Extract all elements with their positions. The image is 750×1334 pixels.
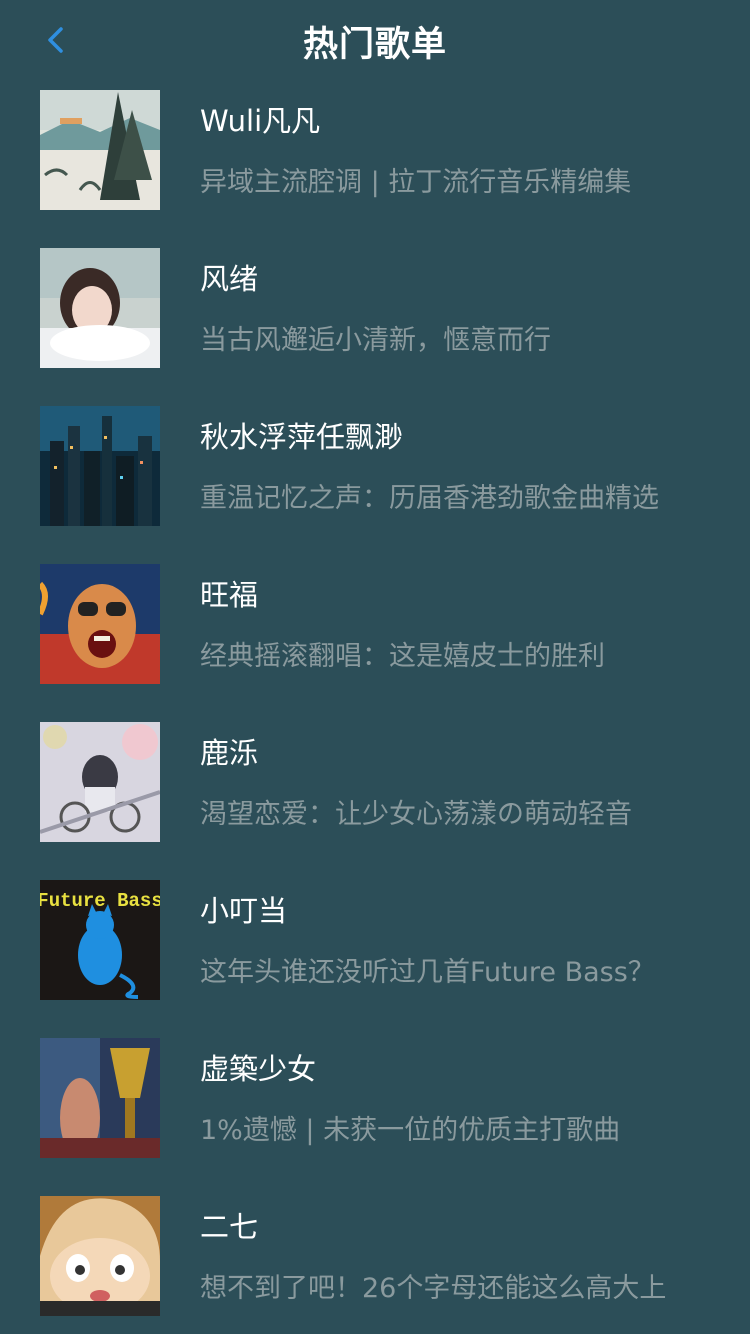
playlist-item[interactable]: 旺福 经典摇滚翻唱：这是嬉皮士的胜利 <box>0 564 750 722</box>
playlist-cover <box>40 564 160 684</box>
playlist-desc: 1%遗憾 | 未获一位的优质主打歌曲 <box>200 1115 621 1146</box>
page: 热门歌单 Wuli凡凡 异域主流腔调 | 拉丁流行音乐精编集 风绪 当古风邂逅小… <box>0 0 750 1334</box>
playlist-desc: 异域主流腔调 | 拉丁流行音乐精编集 <box>200 167 632 198</box>
page-title: 热门歌单 <box>302 25 447 65</box>
playlist-name: 小叮当 <box>200 894 288 928</box>
playlist-desc: 经典摇滚翻唱：这是嬉皮士的胜利 <box>200 641 605 672</box>
playlist-desc: 渴望恋爱：让少女心荡漾の萌动轻音 <box>200 799 632 830</box>
playlist-name: Wuli凡凡 <box>200 104 321 138</box>
playlist-list: Wuli凡凡 异域主流腔调 | 拉丁流行音乐精编集 风绪 当古风邂逅小清新，惬意… <box>0 90 750 1334</box>
playlist-cover <box>40 1038 160 1158</box>
playlist-item[interactable]: 虚築少女 1%遗憾 | 未获一位的优质主打歌曲 <box>0 1038 750 1196</box>
playlist-item[interactable]: Future Bass 小叮当 这年头谁还没听过几首Future Bass？ <box>0 880 750 1038</box>
playlist-cover <box>40 1196 160 1316</box>
playlist-name: 二七 <box>200 1210 259 1244</box>
playlist-item[interactable]: 秋水浮萍任飘渺 重温记忆之声：历届香港劲歌金曲精选 <box>0 406 750 564</box>
cover-text: Future Bass <box>40 890 160 912</box>
playlist-item[interactable]: 鹿泺 渴望恋爱：让少女心荡漾の萌动轻音 <box>0 722 750 880</box>
playlist-cover <box>40 248 160 368</box>
playlist-desc: 这年头谁还没听过几首Future Bass？ <box>200 957 655 988</box>
playlist-item[interactable]: 二七 想不到了吧！26个字母还能这么高大上 <box>0 1196 750 1334</box>
playlist-name: 风绪 <box>200 262 259 296</box>
playlist-item[interactable]: 风绪 当古风邂逅小清新，惬意而行 <box>0 248 750 406</box>
playlist-cover <box>40 406 160 526</box>
playlist-desc: 重温记忆之声：历届香港劲歌金曲精选 <box>200 483 659 514</box>
playlist-name: 秋水浮萍任飘渺 <box>200 420 404 454</box>
header: 热门歌单 <box>0 0 750 80</box>
playlist-name: 旺福 <box>200 578 259 612</box>
playlist-desc: 想不到了吧！26个字母还能这么高大上 <box>200 1273 667 1304</box>
playlist-cover <box>40 90 160 210</box>
playlist-cover: Future Bass <box>40 880 160 1000</box>
playlist-name: 虚築少女 <box>200 1052 317 1086</box>
playlist-cover <box>40 722 160 842</box>
playlist-desc: 当古风邂逅小清新，惬意而行 <box>200 325 551 356</box>
playlist-item[interactable]: Wuli凡凡 异域主流腔调 | 拉丁流行音乐精编集 <box>0 90 750 248</box>
playlist-name: 鹿泺 <box>200 736 259 770</box>
